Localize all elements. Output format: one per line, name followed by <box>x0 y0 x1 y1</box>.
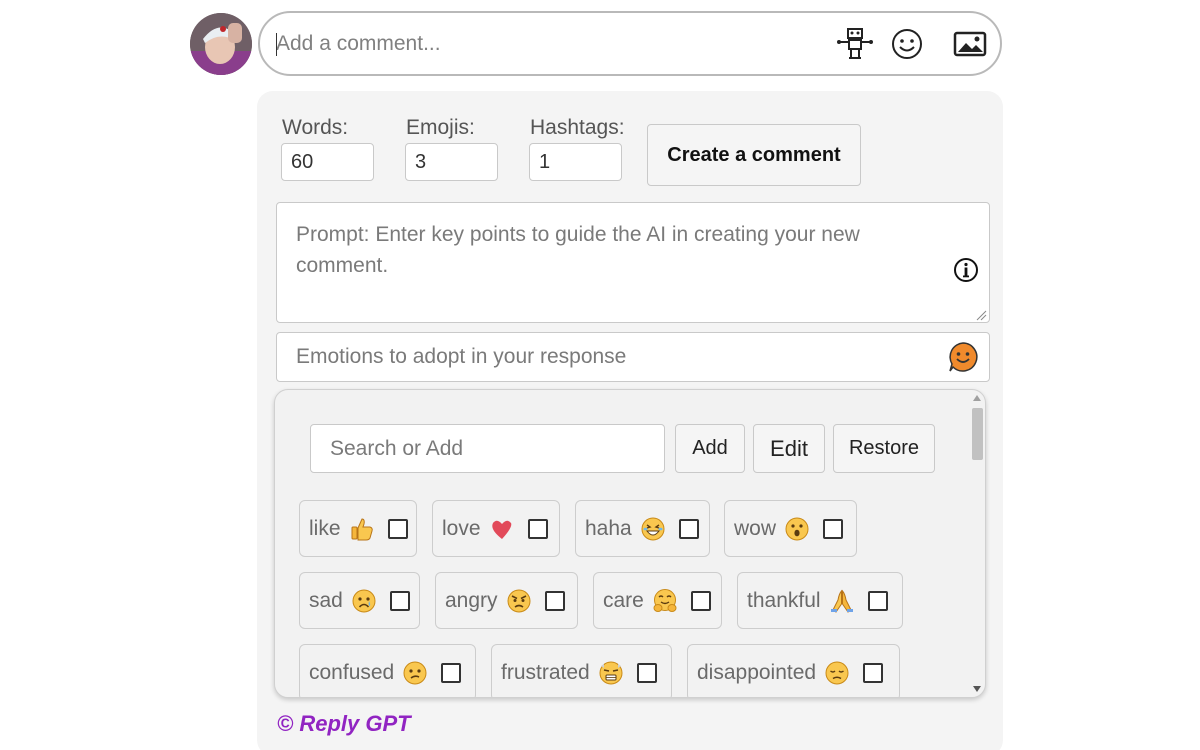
emotion-checkbox[interactable] <box>863 662 884 683</box>
emotion-checkbox[interactable] <box>527 518 548 539</box>
emotion-checkbox[interactable] <box>387 518 408 539</box>
scroll-thumb[interactable] <box>972 408 983 460</box>
words-label: Words: <box>282 116 349 139</box>
resize-grip-icon[interactable] <box>975 308 987 321</box>
angry-icon <box>506 588 532 614</box>
hashtags-label: Hashtags: <box>530 116 625 139</box>
scroll-up-icon[interactable] <box>973 395 981 401</box>
praying-hands-icon <box>829 588 855 614</box>
emotion-chip-like[interactable]: like <box>299 500 417 557</box>
emotion-chip-thankful[interactable]: thankful <box>737 572 903 629</box>
emotion-chip-care[interactable]: care <box>593 572 722 629</box>
emotion-label: wow <box>734 516 777 540</box>
emotions-dropdown: Add Edit Restore like love haha wow <box>274 389 986 698</box>
emotion-chip-haha[interactable]: haha <box>575 500 710 557</box>
heart-icon <box>489 516 515 542</box>
emotion-label: thankful <box>747 588 821 612</box>
emotion-picker-icon[interactable] <box>947 341 979 373</box>
avatar <box>190 13 252 75</box>
emotion-checkbox[interactable] <box>636 662 657 683</box>
emojis-input[interactable] <box>405 143 498 181</box>
comment-input[interactable] <box>276 27 816 61</box>
emotion-chip-love[interactable]: love <box>432 500 560 557</box>
emotion-checkbox[interactable] <box>389 590 410 611</box>
emotion-chip-angry[interactable]: angry <box>435 572 578 629</box>
emotions-scrollbar[interactable] <box>969 390 985 697</box>
emotions-placeholder: Emotions to adopt in your response <box>296 345 627 368</box>
emotion-search-input[interactable] <box>310 424 665 473</box>
sad-icon <box>351 588 377 614</box>
robot-icon[interactable] <box>836 25 874 63</box>
emotion-label: confused <box>309 660 395 684</box>
add-emotion-button[interactable]: Add <box>675 424 745 473</box>
confused-icon <box>402 660 428 686</box>
emotion-chip-sad[interactable]: sad <box>299 572 420 629</box>
comment-bar <box>258 11 1002 76</box>
emotion-label: angry <box>445 588 498 612</box>
emotions-input[interactable]: Emotions to adopt in your response <box>276 332 990 382</box>
emotion-label: care <box>603 588 644 612</box>
thumbs-up-icon <box>349 516 375 542</box>
emotion-chip-disappointed[interactable]: disappointed <box>687 644 900 697</box>
emojis-label: Emojis: <box>406 116 475 139</box>
scroll-down-icon[interactable] <box>973 686 981 692</box>
prompt-textarea[interactable]: Prompt: Enter key points to guide the AI… <box>276 202 990 323</box>
frustrated-icon <box>598 660 624 686</box>
create-comment-button[interactable]: Create a comment <box>647 124 861 186</box>
brand-footer: © Reply GPT <box>277 711 411 736</box>
image-icon[interactable] <box>951 25 989 63</box>
laughing-icon <box>640 516 666 542</box>
restore-emotions-button[interactable]: Restore <box>833 424 935 473</box>
care-icon <box>652 588 678 614</box>
emotion-checkbox[interactable] <box>867 590 888 611</box>
info-icon[interactable] <box>953 257 979 283</box>
prompt-placeholder: Prompt: Enter key points to guide the AI… <box>296 223 860 277</box>
emotion-chip-confused[interactable]: confused <box>299 644 476 697</box>
disappointed-icon <box>824 660 850 686</box>
emotion-label: haha <box>585 516 632 540</box>
smiley-icon[interactable] <box>888 25 926 63</box>
emotion-label: love <box>442 516 481 540</box>
words-input[interactable] <box>281 143 374 181</box>
emotion-checkbox[interactable] <box>441 662 462 683</box>
emotion-checkbox[interactable] <box>690 590 711 611</box>
emotion-checkbox[interactable] <box>544 590 565 611</box>
emotion-label: like <box>309 516 341 540</box>
hashtags-input[interactable] <box>529 143 622 181</box>
emotion-checkbox[interactable] <box>678 518 699 539</box>
reply-gpt-panel: Words: Emojis: Hashtags: Create a commen… <box>257 91 1003 750</box>
text-caret <box>276 33 277 56</box>
emotion-label: sad <box>309 588 343 612</box>
wow-icon <box>784 516 810 542</box>
edit-emotions-button[interactable]: Edit <box>753 424 825 473</box>
emotion-label: frustrated <box>501 660 590 684</box>
emotion-chip-wow[interactable]: wow <box>724 500 857 557</box>
emotion-chip-frustrated[interactable]: frustrated <box>491 644 672 697</box>
emotion-checkbox[interactable] <box>823 518 844 539</box>
emotion-label: disappointed <box>697 660 817 684</box>
